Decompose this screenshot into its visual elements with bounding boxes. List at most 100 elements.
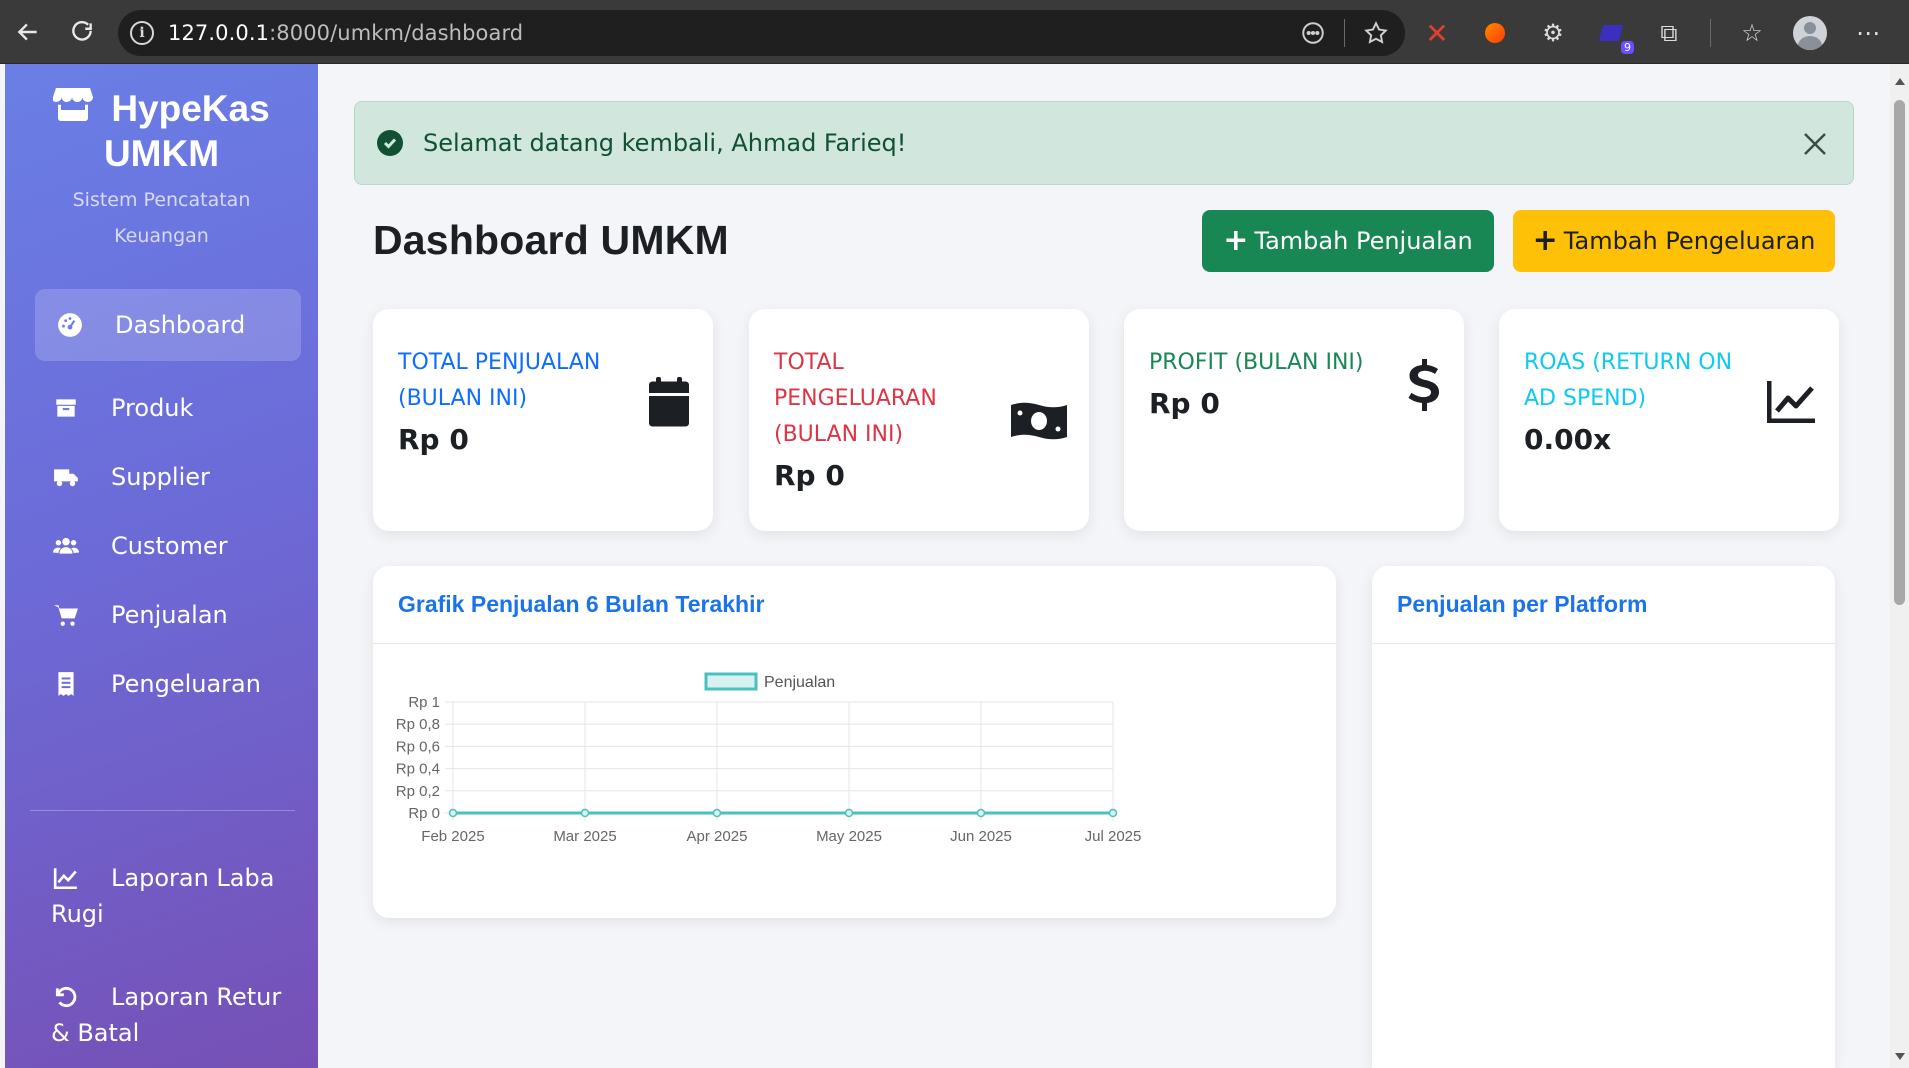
data-point [1108,808,1118,818]
sidebar-item-label: Produk [111,394,194,422]
data-point [844,808,854,818]
arrow-left-icon [17,23,37,41]
sidebar-item-laporan-retur-batal[interactable]: Laporan Retur & Batal [35,979,301,1051]
x-tick-label: Feb 2025 [421,828,484,845]
star-icon[interactable] [1363,20,1389,46]
gauge-icon [55,310,85,340]
x-tick-label: Apr 2025 [687,828,748,845]
sidebar-item-dashboard[interactable]: Dashboard [35,289,301,361]
sidebar-item-label-line1: Laporan Retur [111,983,282,1011]
truck-icon [51,462,81,492]
scroll-up-arrow-icon[interactable] [1895,78,1905,85]
profile-avatar[interactable] [1793,16,1827,50]
dollar-icon [1408,359,1440,415]
sidebar-item-supplier[interactable]: Supplier [35,441,301,513]
stat-card-roas: ROAS (RETURN ON AD SPEND) 0.00x [1499,309,1839,531]
brand-subtitle: Sistem Pencatatan Keuangan [72,189,251,247]
sidebar-item-label: Pengeluaran [111,670,261,698]
box-icon [51,393,81,423]
sidebar-item-laporan-laba-rugi[interactable]: Laporan Laba Rugi [35,860,301,932]
page-title: Dashboard UMKM [373,217,729,263]
stat-card-profit: PROFIT (BULAN INI) Rp 0 [1124,309,1464,531]
platform-sales-title: Penjualan per Platform [1372,566,1835,644]
y-tick-label: Rp 0,2 [396,783,440,800]
stat-label: ROAS (RETURN ON AD SPEND) [1524,350,1733,411]
stat-value: Rp 0 [774,459,845,492]
y-tick-label: Rp 0,6 [396,738,440,755]
stat-value: Rp 0 [1149,387,1220,420]
stat-value: Rp 0 [398,423,469,456]
cart-icon [51,600,81,630]
extensions-puzzle-icon[interactable]: ⧉ [1652,16,1686,50]
y-tick-label: Rp 0 [408,805,440,822]
address-bar[interactable]: i 127.0.0.1:8000/umkm/dashboard [118,10,1405,56]
brand-title-line2: UMKM [103,133,220,174]
sales-chart-title: Grafik Penjualan 6 Bulan Terakhir [373,566,1336,644]
platform-sales-card: Penjualan per Platform [1372,566,1835,1068]
reload-icon [72,20,92,41]
url-host: 127.0.0.1 [168,21,270,45]
check-circle-icon [377,130,403,156]
url-text[interactable]: 127.0.0.1:8000/umkm/dashboard [168,21,523,45]
brand: HypeKas UMKM Sistem Pencatatan Keuangan [5,86,318,254]
sidebar-item-label-line2: Rugi [51,900,104,928]
receipt-icon [51,669,81,699]
x-tick-label: Mar 2025 [553,828,616,845]
extension-purple-icon[interactable]: 9 [1594,16,1634,54]
add-sale-label: Tambah Penjualan [1254,227,1473,255]
reload-button[interactable] [62,12,102,52]
stat-value: 0.00x [1524,423,1612,456]
y-tick-label: Rp 0,8 [396,716,440,733]
data-point [448,808,458,818]
stat-label: TOTAL PENJUALAN (BULAN INI) [398,350,601,411]
sidebar-item-pengeluaran[interactable]: Pengeluaran [35,648,301,720]
welcome-alert: Selamat datang kembali, Ahmad Farieq! [354,101,1854,185]
money-bill-icon [1011,399,1067,447]
extension-gear-icon[interactable]: ⚙ [1536,16,1570,50]
divider [1710,19,1711,47]
legend-swatch [704,672,758,691]
calendar-icon [647,377,691,431]
brand-title-line1: HypeKas [111,88,270,129]
x-tick-label: Jul 2025 [1085,828,1142,845]
alert-message: Selamat datang kembali, Ahmad Farieq! [423,129,907,157]
extension-orange-icon[interactable] [1478,16,1512,50]
add-expense-button[interactable]: + Tambah Pengeluaran [1513,210,1835,272]
undo-icon [51,982,81,1012]
stat-label: PROFIT (BULAN INI) [1149,350,1364,375]
sidebar-item-penjualan[interactable]: Penjualan [35,579,301,651]
legend-label: Penjualan [764,674,835,691]
sales-chart-card: Grafik Penjualan 6 Bulan Terakhir Rp 0 Rp… [373,566,1336,918]
sidebar-item-label-line1: Laporan Laba [111,864,275,892]
sidebar-item-label-line2: & Batal [51,1019,140,1047]
sales-line-chart: Rp 0 Rp 0,2 Rp 0,4 Rp 0,6 Rp 0,8 Rp 1 Feb 2025… [396,672,1142,845]
scroll-down-arrow-icon[interactable] [1895,1053,1905,1060]
favorites-icon[interactable]: ☆ [1735,16,1769,50]
stat-card-total-sales: TOTAL PENJUALAN (BULAN INI) Rp 0 [373,309,713,531]
reader-mode-icon[interactable] [1300,20,1326,46]
extension-x-icon[interactable]: ✕ [1420,16,1454,50]
store-icon [52,86,94,132]
sidebar-item-label: Supplier [111,463,210,491]
sidebar-item-produk[interactable]: Produk [35,372,301,444]
plus-icon: + [1532,223,1558,258]
chart-line-icon [1766,379,1817,427]
scrollbar-thumb[interactable] [1894,100,1905,605]
sidebar-item-label: Dashboard [115,311,246,339]
sidebar-item-customer[interactable]: Customer [35,510,301,582]
more-menu-icon[interactable]: ⋯ [1851,16,1885,50]
y-tick-label: Rp 1 [408,694,440,711]
y-tick-label: Rp 0,4 [396,761,440,778]
site-info-icon[interactable]: i [130,21,154,45]
users-icon [51,531,81,561]
extension-badge: 9 [1621,41,1634,54]
add-sale-button[interactable]: + Tambah Penjualan [1202,210,1494,272]
divider [1344,19,1345,47]
close-icon[interactable] [1799,128,1831,160]
back-button[interactable] [8,12,48,52]
sidebar: HypeKas UMKM Sistem Pencatatan Keuangan … [5,64,318,1068]
main-content: Selamat datang kembali, Ahmad Farieq! Da… [318,64,1890,1068]
plus-icon: + [1223,223,1249,258]
data-point [580,808,590,818]
page-scrollbar[interactable] [1890,64,1909,1068]
